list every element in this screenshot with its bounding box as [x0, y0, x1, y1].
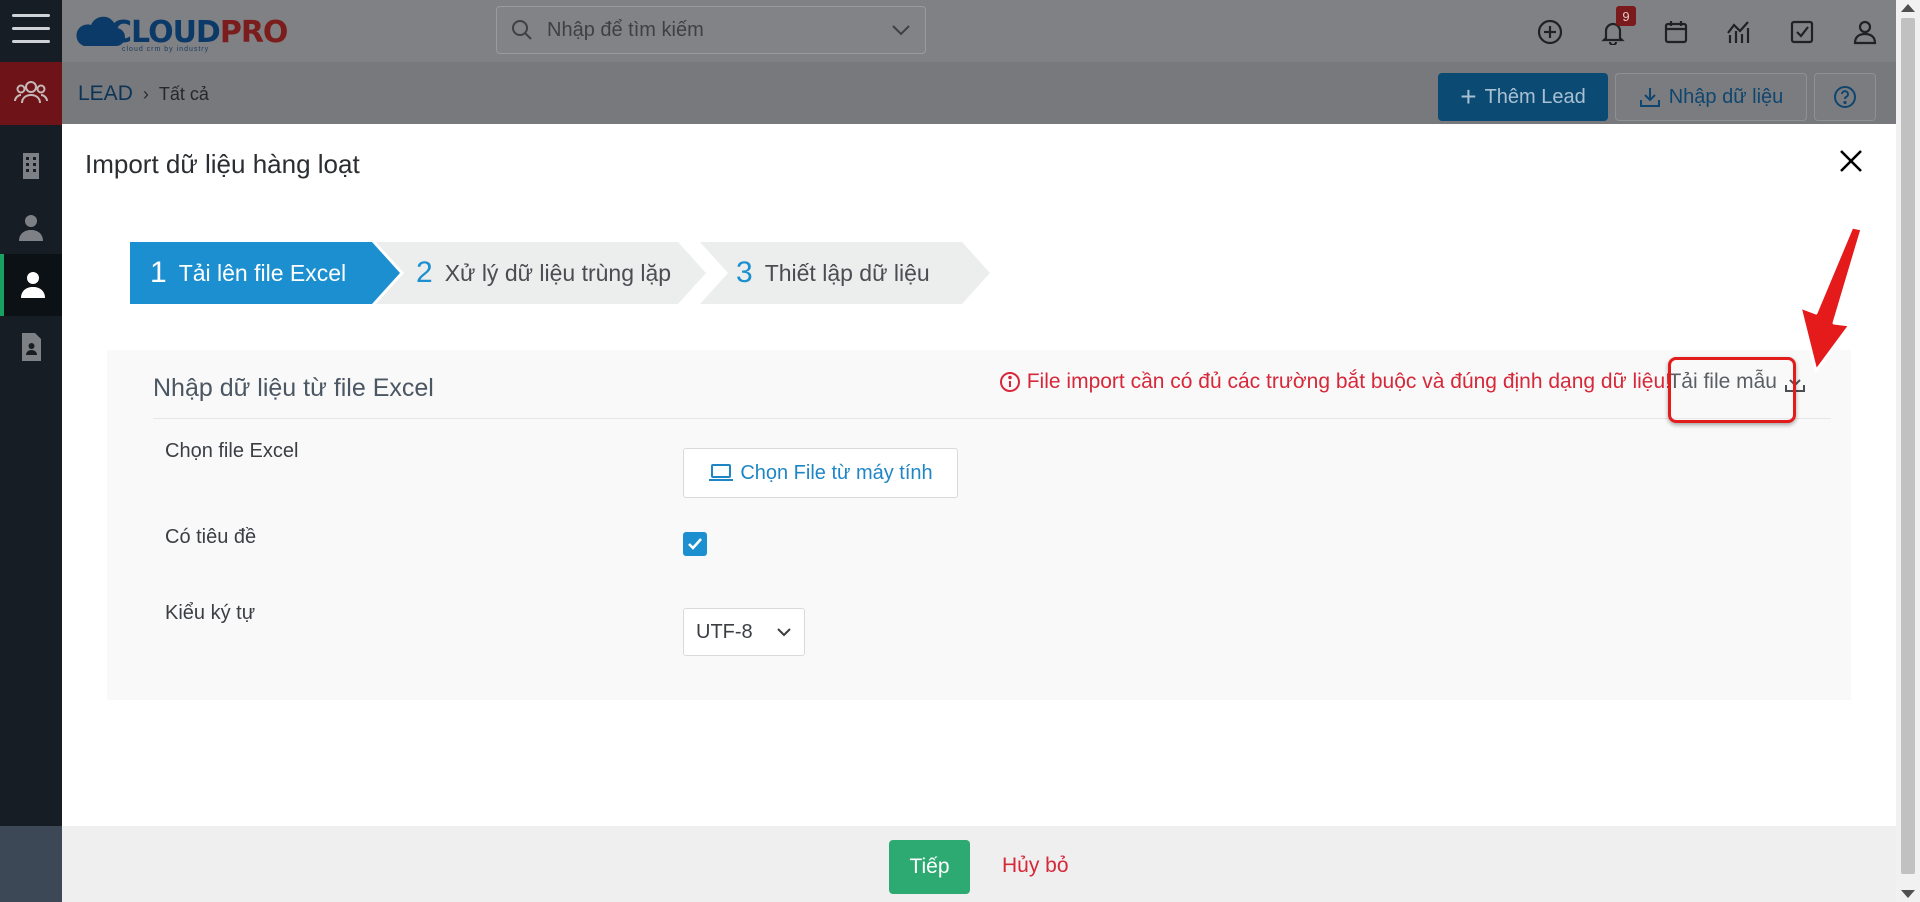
header-actions: 9	[1518, 6, 1896, 52]
cancel-button[interactable]: Hủy bỏ	[1002, 854, 1069, 878]
building-icon	[23, 153, 39, 179]
panel-title: Nhập dữ liệu từ file Excel	[153, 374, 434, 402]
download-icon	[1639, 88, 1660, 107]
notification-badge: 9	[1616, 6, 1636, 26]
step-label: Xử lý dữ liệu trùng lặp	[444, 259, 672, 286]
step-label: Tải lên file Excel	[178, 259, 347, 286]
users-group-icon	[14, 80, 48, 103]
search-box[interactable]	[496, 6, 926, 54]
choose-file-button[interactable]: Chọn File từ máy tính	[683, 448, 958, 498]
import-warning: File import cần có đủ các trường bắt buộ…	[999, 370, 1671, 394]
notifications-button[interactable]: 9	[1581, 6, 1644, 52]
checkbox-icon	[1790, 20, 1813, 44]
laptop-icon	[709, 464, 734, 481]
highlight-box	[1668, 357, 1796, 423]
quick-create-button[interactable]	[1518, 12, 1581, 52]
import-data-label: Nhập dữ liệu	[1668, 85, 1784, 108]
logo-text: CLOUDPRO	[110, 15, 288, 50]
breadcrumb-module[interactable]: LEAD	[78, 82, 133, 106]
import-data-button[interactable]: Nhập dữ liệu	[1615, 73, 1807, 121]
question-circle-icon	[1834, 86, 1856, 108]
warning-text: File import cần có đủ các trường bắt buộ…	[1026, 370, 1671, 393]
page-subheader: LEAD › Tất cả + Thêm Lead Nhập dữ liệu	[62, 62, 1896, 124]
file-label: Chọn file Excel	[165, 440, 299, 462]
document-user-icon	[22, 333, 41, 361]
help-button[interactable]	[1814, 73, 1876, 121]
import-panel: Nhập dữ liệu từ file Excel File import c…	[107, 350, 1851, 700]
breadcrumb: LEAD › Tất cả	[78, 82, 209, 106]
chevron-down-icon[interactable]	[891, 24, 911, 36]
sidebar-item-contacts[interactable]	[0, 197, 62, 259]
top-header: CLOUDPRO cloud crm by industry 9	[62, 0, 1896, 62]
add-lead-button[interactable]: + Thêm Lead	[1438, 73, 1608, 121]
step-number: 1	[150, 256, 167, 289]
search-icon	[512, 20, 532, 40]
encoding-select[interactable]: UTF-8	[683, 608, 805, 656]
encoding-label: Kiểu ký tự	[165, 602, 256, 624]
menu-icon[interactable]	[12, 14, 50, 48]
import-modal: Import dữ liệu hàng loạt 3 Thiết lập dữ …	[62, 124, 1896, 902]
sidebar-item-organizations[interactable]	[0, 135, 62, 197]
plus-icon: +	[1460, 81, 1477, 112]
logo-tagline: cloud crm by industry	[122, 46, 210, 53]
has-header-checkbox[interactable]	[683, 532, 707, 556]
modal-footer: Tiếp Hủy bỏ	[62, 826, 1896, 902]
calendar-button[interactable]	[1644, 12, 1707, 52]
user-tie-icon	[19, 215, 43, 241]
step-3[interactable]: 3 Thiết lập dữ liệu	[700, 242, 990, 304]
modal-title: Import dữ liệu hàng loạt	[85, 149, 360, 179]
sidebar-footer	[0, 826, 62, 902]
logo[interactable]: CLOUDPRO cloud crm by industry	[70, 6, 300, 54]
info-circle-icon	[999, 372, 1020, 392]
sidebar-item-leads-group[interactable]	[0, 62, 62, 125]
annotation-arrow-icon	[1798, 225, 1864, 373]
step-number: 2	[416, 256, 433, 289]
tasks-button[interactable]	[1770, 12, 1833, 52]
chart-icon	[1726, 21, 1749, 43]
plus-circle-icon	[1537, 19, 1562, 45]
encoding-value: UTF-8	[696, 620, 753, 643]
user-icon	[21, 272, 45, 298]
calendar-icon	[1664, 21, 1687, 44]
chevron-down-icon	[777, 628, 791, 637]
check-icon	[688, 538, 702, 550]
page-scrollbar[interactable]	[1896, 0, 1920, 902]
search-input[interactable]	[545, 17, 891, 43]
step-number: 3	[736, 256, 753, 289]
step-1[interactable]: 1 Tải lên file Excel	[130, 242, 400, 304]
sidebar-item-documents[interactable]	[0, 316, 62, 378]
breadcrumb-current[interactable]: Tất cả	[159, 84, 209, 105]
user-icon	[1853, 20, 1876, 45]
step-2[interactable]: 2 Xử lý dữ liệu trùng lặp	[376, 242, 706, 304]
sidebar-item-lead[interactable]	[0, 254, 62, 316]
choose-file-label: Chọn File từ máy tính	[740, 461, 933, 484]
next-button[interactable]: Tiếp	[889, 840, 970, 894]
sidebar	[0, 0, 62, 902]
chevron-right-icon: ›	[142, 83, 149, 104]
profile-button[interactable]	[1833, 12, 1896, 52]
divider	[153, 418, 1831, 419]
scroll-thumb[interactable]	[1901, 18, 1915, 874]
scroll-up-icon[interactable]	[1901, 4, 1915, 12]
reports-button[interactable]	[1707, 12, 1770, 52]
add-lead-label: Thêm Lead	[1484, 85, 1586, 108]
close-icon[interactable]	[1836, 146, 1866, 176]
header-label: Có tiêu đề	[165, 526, 257, 548]
step-label: Thiết lập dữ liệu	[764, 259, 930, 286]
scroll-down-icon[interactable]	[1901, 890, 1915, 898]
